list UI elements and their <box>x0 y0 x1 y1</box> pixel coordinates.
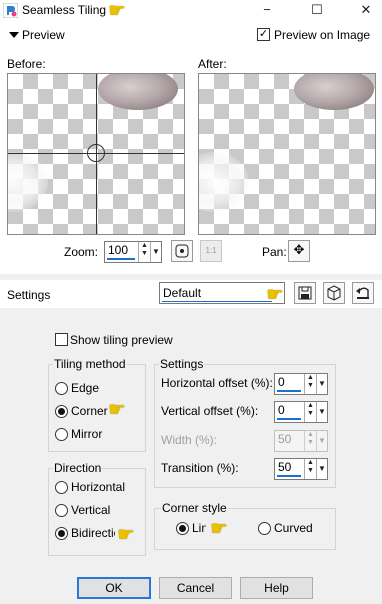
preset-underline <box>162 301 272 302</box>
horizontal-offset-spin-buttons[interactable]: ▲ ▼ <box>304 374 316 394</box>
maximize-button[interactable]: ☐ <box>302 0 332 22</box>
vertical-offset-value: 0 <box>278 403 285 417</box>
zoom-value: 100 <box>108 243 129 257</box>
radio-horizontal[interactable] <box>55 481 68 494</box>
radio-linear[interactable] <box>176 522 189 535</box>
radio-mirror[interactable] <box>55 428 68 441</box>
width-dropdown-icon: ▼ <box>316 431 327 451</box>
preview-on-image-label: Preview on Image <box>274 28 371 42</box>
tiling-method-title: Tiling method <box>53 357 127 371</box>
width-value: 50 <box>278 432 292 446</box>
help-button[interactable]: Help <box>240 577 313 599</box>
minimize-button[interactable]: − <box>252 0 282 22</box>
vertical-offset-dropdown-icon[interactable]: ▼ <box>316 402 327 422</box>
width-field: 50 ▲ ▼ ▼ <box>274 430 328 452</box>
zoom-field[interactable]: 100 ▲ ▼ ▼ <box>104 241 162 263</box>
radio-edge[interactable] <box>55 382 68 395</box>
radio-vertical-label: Vertical <box>71 503 111 517</box>
radio-vertical[interactable] <box>55 504 68 517</box>
after-preview <box>198 73 376 235</box>
vertical-offset-field[interactable]: 0 ▲ ▼ ▼ <box>274 401 328 423</box>
close-button[interactable]: ✕ <box>351 0 381 22</box>
pointer-hand-icon: ☛ <box>108 399 126 421</box>
radio-edge-label: Edge <box>71 381 100 395</box>
randomize-button[interactable] <box>323 282 345 304</box>
zoom-underline <box>107 258 135 260</box>
dice-icon <box>327 285 341 301</box>
horizontal-offset-label: Horizontal offset (%): <box>161 376 273 390</box>
vertical-offset-spin-buttons[interactable]: ▲ ▼ <box>304 402 316 422</box>
offset-settings-title: Settings <box>159 357 205 371</box>
radio-bidirectional-label: Bidirectional <box>71 526 115 540</box>
show-tiling-preview-checkbox[interactable] <box>55 333 68 346</box>
radio-curved[interactable] <box>258 522 271 535</box>
horizontal-offset-underline <box>277 390 301 392</box>
pointer-hand-icon: ☛ <box>117 524 135 546</box>
width-spin-buttons: ▲ ▼ <box>304 431 316 451</box>
preview-section-label: Preview <box>22 28 65 42</box>
crosshair-circle-icon <box>87 144 105 162</box>
horizontal-offset-field[interactable]: 0 ▲ ▼ ▼ <box>274 373 328 395</box>
radio-corner-label: Corner <box>71 404 108 418</box>
zoom-spin-buttons[interactable]: ▲ ▼ <box>138 242 150 262</box>
horizontal-offset-dropdown-icon[interactable]: ▼ <box>316 374 327 394</box>
horizontal-offset-value: 0 <box>278 375 285 389</box>
preview-on-image-checkbox[interactable]: ✓ <box>257 28 270 41</box>
check-icon: ✓ <box>258 28 269 40</box>
radio-linear-label: Linear <box>192 521 206 535</box>
transition-label: Transition (%): <box>161 461 239 475</box>
window-title: Seamless Tiling <box>22 3 107 17</box>
zoom-dropdown-icon[interactable]: ▼ <box>150 242 161 262</box>
preset-value: Default <box>163 286 202 300</box>
app-icon <box>3 3 18 18</box>
before-preview[interactable] <box>7 73 185 235</box>
radio-curved-label: Curved <box>274 521 313 535</box>
before-shape <box>98 74 178 110</box>
radio-horizontal-label: Horizontal <box>71 480 126 494</box>
direction-title: Direction <box>53 461 103 475</box>
pan-move-icon[interactable]: ✥ <box>288 240 310 262</box>
cancel-button[interactable]: Cancel <box>159 577 232 599</box>
save-icon <box>298 286 312 300</box>
pan-label: Pan: <box>262 245 287 259</box>
pointer-hand-icon: ☛ <box>210 518 228 540</box>
before-haze <box>8 152 48 212</box>
transition-dropdown-icon[interactable]: ▼ <box>316 459 327 479</box>
corner-style-title: Corner style <box>161 501 228 515</box>
collapse-triangle-icon[interactable] <box>9 32 19 38</box>
width-label: Width (%): <box>161 433 218 447</box>
save-preset-button[interactable] <box>294 282 316 304</box>
vertical-offset-label: Vertical offset (%): <box>161 404 259 418</box>
before-label: Before: <box>7 57 46 71</box>
vertical-offset-underline <box>277 418 301 420</box>
pointer-hand-icon: ☛ <box>266 284 284 306</box>
after-shape <box>294 74 374 110</box>
radio-corner[interactable] <box>55 405 68 418</box>
radio-bidirectional[interactable] <box>55 527 68 540</box>
reset-button[interactable] <box>352 282 374 304</box>
transition-underline <box>277 475 301 477</box>
transition-spin-buttons[interactable]: ▲ ▼ <box>304 459 316 479</box>
after-label: After: <box>198 57 227 71</box>
zoom-fit-icon <box>175 244 189 258</box>
pointer-hand-icon: ☛ <box>108 0 126 22</box>
after-haze <box>199 152 249 212</box>
radio-mirror-label: Mirror <box>71 427 103 441</box>
reset-icon <box>356 287 369 299</box>
zoom-label: Zoom: <box>64 245 99 259</box>
transition-value: 50 <box>278 460 292 474</box>
zoom-actual-size-icon: 1:1 <box>200 240 222 262</box>
transition-field[interactable]: 50 ▲ ▼ ▼ <box>274 458 328 480</box>
show-tiling-preview-label: Show tiling preview <box>70 333 173 347</box>
zoom-fit-button[interactable] <box>171 240 193 262</box>
settings-label: Settings <box>7 288 51 302</box>
ok-button[interactable]: OK <box>77 577 151 599</box>
